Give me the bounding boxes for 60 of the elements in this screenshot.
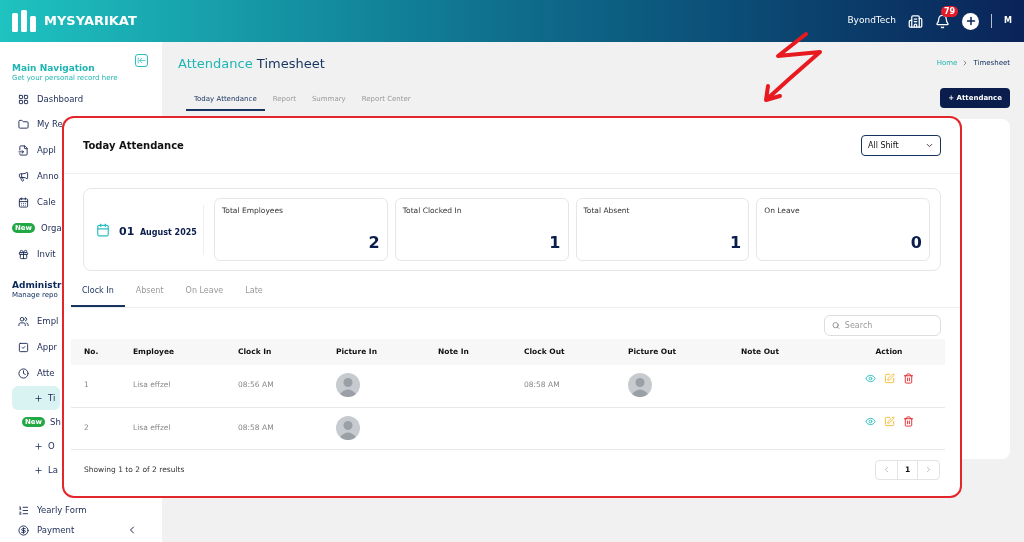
brand-name: MYSYARIKAT xyxy=(44,12,137,31)
sidebar-subitem[interactable]: O xyxy=(12,434,60,458)
collapse-icon[interactable] xyxy=(135,54,148,67)
sidebar-subitem[interactable]: Ti xyxy=(12,386,60,410)
section-title: Administr xyxy=(12,279,62,291)
search-icon xyxy=(832,321,840,330)
gift-icon xyxy=(18,248,29,260)
plus-icon xyxy=(34,465,43,475)
stat-value: 1 xyxy=(730,232,742,254)
chevron-icon xyxy=(925,141,934,150)
grid-icon xyxy=(18,93,29,105)
edit-icon[interactable] xyxy=(883,415,895,427)
users-icon xyxy=(18,315,29,327)
folder-icon xyxy=(18,118,29,130)
calendar-icon xyxy=(96,222,110,237)
page-title: Attendance Timesheet xyxy=(178,55,325,73)
sidebar-item[interactable]: Atte xyxy=(12,360,60,386)
checkbox-icon xyxy=(18,341,29,353)
panel-title: Today Attendance xyxy=(83,139,184,153)
filter-tab[interactable]: Clock In xyxy=(71,285,125,307)
plus-icon xyxy=(34,441,43,451)
add-icon[interactable] xyxy=(962,12,980,30)
sidebar-item[interactable]: Anno xyxy=(12,163,60,189)
chevron-left-icon xyxy=(882,465,891,474)
delete-icon[interactable] xyxy=(902,415,914,427)
clock-icon xyxy=(18,367,29,379)
building-icon[interactable] xyxy=(908,13,924,29)
calendar-icon xyxy=(18,196,29,208)
list-icon xyxy=(18,504,29,516)
shift-select[interactable]: All Shift xyxy=(861,135,941,156)
sidebar-subitem[interactable]: La xyxy=(12,458,60,482)
megaphone-icon xyxy=(18,170,29,182)
view-icon[interactable] xyxy=(864,415,876,427)
company-name: ByondTech xyxy=(847,14,897,28)
user-initials[interactable]: M xyxy=(1004,15,1012,27)
sidebar-item[interactable]: Empl xyxy=(12,308,60,334)
notification-icon[interactable] xyxy=(935,13,951,29)
view-icon[interactable] xyxy=(864,373,876,384)
stat-value: 2 xyxy=(368,232,380,254)
sidebar-item[interactable]: Payment xyxy=(12,520,152,540)
search-field[interactable]: Search xyxy=(824,315,941,336)
sidebar-item[interactable]: Dashboard xyxy=(12,89,152,109)
delete-icon[interactable] xyxy=(902,373,914,384)
dollar-icon xyxy=(18,524,29,536)
chevron-right-icon xyxy=(924,465,933,474)
notification-count: 79 xyxy=(941,5,959,17)
plus-icon xyxy=(34,393,43,403)
sidebar-item[interactable]: Cale xyxy=(12,189,60,215)
sidebar-item[interactable]: Appr xyxy=(12,334,60,360)
logo-icon xyxy=(12,10,36,32)
stat-value: 1 xyxy=(549,232,561,254)
summary-date: 01 August 2025 xyxy=(119,223,198,240)
sidebar-item[interactable]: Yearly Form xyxy=(12,500,152,520)
search-input[interactable]: Search xyxy=(844,319,933,332)
section-title: Main Navigation xyxy=(12,62,95,74)
sidebar-item[interactable]: Appl xyxy=(12,137,60,163)
stat-value: 0 xyxy=(910,232,922,254)
edit-icon[interactable] xyxy=(883,373,895,384)
document-icon xyxy=(18,144,29,156)
sidebar-item[interactable]: Invit xyxy=(12,241,60,267)
